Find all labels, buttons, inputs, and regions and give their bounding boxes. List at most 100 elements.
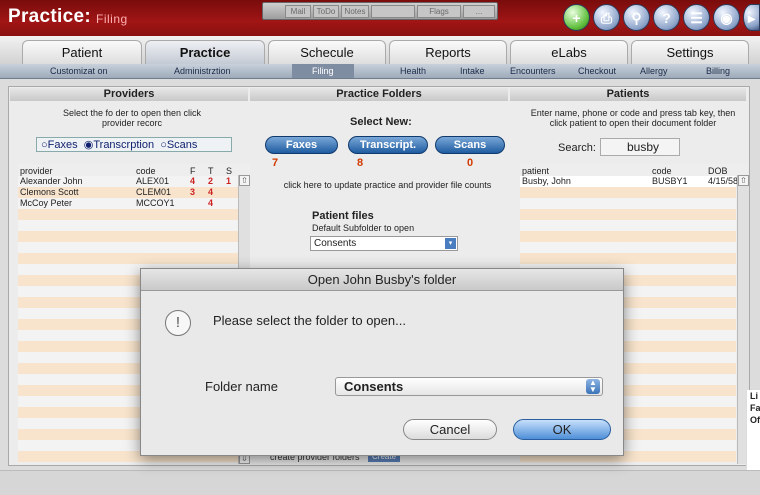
help-icon[interactable]: ? (653, 4, 680, 31)
col-s: S (226, 166, 233, 176)
app-title: Practice: (8, 6, 91, 27)
select-new-label: Select New: (350, 116, 412, 128)
col-patient: patient (522, 166, 550, 176)
todo-button[interactable]: ToDo (313, 5, 339, 18)
provider-code: ALEX01 (136, 176, 170, 186)
subtab-customization[interactable]: Customizat on (50, 66, 108, 76)
ok-button[interactable]: OK (513, 419, 611, 440)
practice-folders-header: Practice Folders (250, 88, 508, 101)
provider-name: McCoy Peter (20, 198, 73, 208)
subtab-billing[interactable]: Billing (706, 66, 730, 76)
updown-arrow-icon: ▲ ▼ (586, 379, 600, 394)
patient-row[interactable]: Busby, John BUSBY1 4/15/58 (520, 176, 739, 187)
faxes-button[interactable]: Faxes (265, 136, 338, 154)
patients-header: Patients (510, 88, 746, 101)
patient-code: BUSBY1 (652, 176, 688, 186)
folder-name-value: Consents (344, 379, 404, 394)
tab-settings[interactable]: Settings (631, 40, 749, 64)
mail-button[interactable]: Mail (285, 5, 311, 18)
more-button[interactable]: ... (463, 5, 495, 18)
col-t: T (208, 166, 214, 176)
provider-name: Clemons Scott (20, 187, 79, 197)
tab-practice[interactable]: Practice (145, 40, 265, 64)
lock-icon[interactable]: ◉ (713, 4, 740, 31)
alert-icon: ! (165, 310, 191, 336)
empty-row (18, 209, 238, 220)
tab-elabs[interactable]: eLabs (510, 40, 628, 64)
empty-row (520, 242, 736, 253)
default-subfolder-label: Default Subfolder to open (312, 223, 415, 233)
empty-row (520, 231, 736, 242)
provider-code: CLEM01 (136, 187, 172, 197)
transcript-count: 8 (356, 157, 364, 169)
subtab-intake[interactable]: Intake (460, 66, 485, 76)
search-icon[interactable]: ⚲ (623, 4, 650, 31)
patient-search-input[interactable]: busby (600, 138, 680, 156)
provider-row[interactable]: McCoy Peter MCCOY1 4 (18, 198, 238, 209)
subtab-health[interactable]: Health (400, 66, 426, 76)
scroll-up-icon[interactable]: ⇧ (239, 175, 250, 186)
subtab-filing[interactable]: Filing (292, 64, 354, 78)
default-subfolder-value: Consents (314, 238, 357, 249)
radio-faxes[interactable]: ○Faxes (41, 139, 78, 151)
app-subtitle: Filing (96, 12, 128, 26)
menu-icon[interactable]: ☰ (683, 4, 710, 31)
empty-row (18, 242, 238, 253)
provider-name: Alexander John (20, 176, 83, 186)
scans-button[interactable]: Scans (435, 136, 505, 154)
side-text-3: Of (750, 415, 760, 425)
radio-scans-label: Scans (166, 139, 198, 151)
subtab-encounters[interactable]: Encounters (510, 66, 556, 76)
col-f: F (190, 166, 196, 176)
file-type-radio-group: ○Faxes ◉Transcrption ○Scans (36, 137, 232, 152)
tab-schedule[interactable]: Schecule (268, 40, 386, 64)
empty-row (18, 231, 238, 242)
search-label: Search: (558, 142, 596, 154)
empty-row (18, 220, 238, 231)
flags-button[interactable]: Flags (417, 5, 461, 18)
update-counts-link[interactable]: click here to update practice and provid… (270, 180, 505, 190)
col-patient-code: code (652, 166, 672, 176)
folder-name-select[interactable]: Consents ▲ ▼ (335, 377, 603, 396)
cancel-button[interactable]: Cancel (403, 419, 497, 440)
notes-button[interactable]: Notes (341, 5, 369, 18)
transcript-button[interactable]: Transcript. (348, 136, 428, 154)
subtab-administration[interactable]: Administrztion (174, 66, 231, 76)
scroll-up-icon[interactable]: ⇧ (738, 175, 749, 186)
default-subfolder-select[interactable]: Consents ▾ (310, 236, 458, 251)
subtab-checkout[interactable]: Checkout (578, 66, 616, 76)
tab-patient[interactable]: Patient (22, 40, 142, 64)
count-f: 4 (190, 176, 196, 186)
radio-scans[interactable]: ○Scans (157, 139, 197, 151)
subtab-allergy[interactable]: Allergy (640, 66, 668, 76)
add-icon[interactable]: + (563, 4, 590, 31)
radio-faxes-label: Faxes (47, 139, 78, 151)
blank-message-button[interactable] (371, 5, 415, 18)
print-icon[interactable]: ⎙ (593, 4, 620, 31)
providers-header: Providers (10, 88, 248, 101)
exit-icon[interactable]: ▸ (743, 4, 760, 31)
patient-files-label: Patient files (312, 210, 374, 222)
radio-transcription-label: Transcrption (93, 139, 155, 151)
provider-row[interactable]: Alexander John ALEX01 4 2 1 (18, 176, 238, 187)
provider-code: MCCOY1 (136, 198, 175, 208)
count-f: 3 (190, 187, 196, 197)
tab-reports[interactable]: Reports (389, 40, 507, 64)
status-bar (0, 470, 760, 495)
count-t: 4 (208, 187, 214, 197)
radio-transcription[interactable]: ◉Transcrption (81, 139, 154, 151)
title-bar: Practice: Filing Mail ToDo Notes Flags .… (0, 0, 760, 36)
empty-row (520, 253, 736, 264)
count-t: 4 (208, 198, 214, 208)
open-folder-dialog: Open John Busby's folder ! Please select… (140, 268, 624, 456)
dialog-title: Open John Busby's folder (141, 269, 623, 291)
patient-dob: 4/15/58 (708, 176, 739, 186)
dialog-message: Please select the folder to open... (213, 313, 406, 328)
sub-tabs: Customizat on Administrztion Filing Heal… (0, 64, 760, 79)
col-code: code (136, 166, 156, 176)
provider-row[interactable]: Clemons Scott CLEM01 3 4 (18, 187, 238, 198)
empty-row (520, 220, 736, 231)
empty-row (520, 187, 736, 198)
scans-count: 0 (466, 157, 474, 169)
faxes-count: 7 (271, 157, 279, 169)
